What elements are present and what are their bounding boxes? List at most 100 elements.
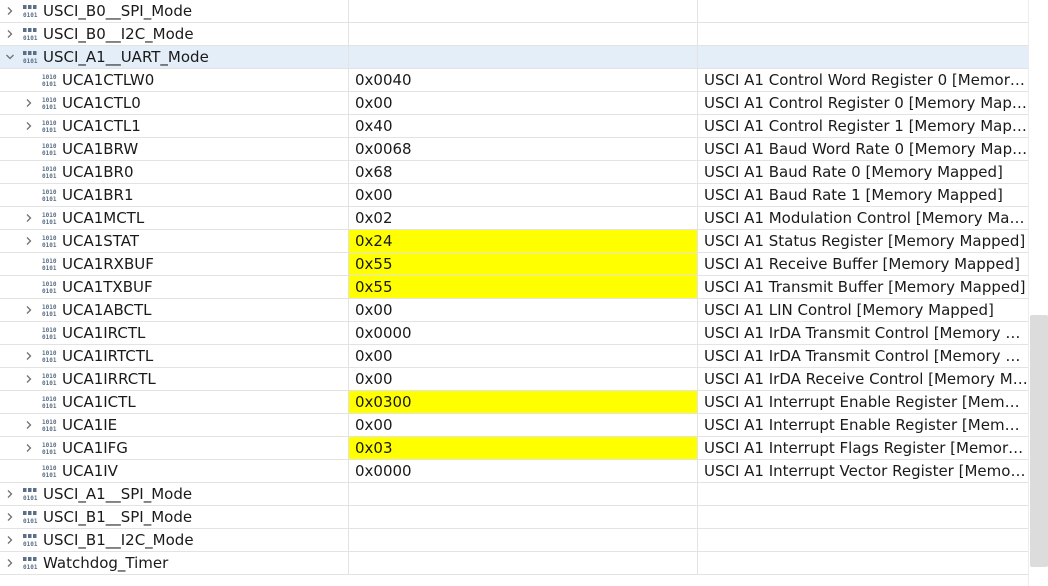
- chevron-right-icon[interactable]: [23, 437, 35, 459]
- chevron-right-icon[interactable]: [23, 115, 35, 137]
- value-cell[interactable]: 0x55: [348, 276, 697, 298]
- name-cell[interactable]: 1010 0101 UCA1TXBUF: [0, 276, 348, 298]
- tree-group-row[interactable]: 0101 USCI_B1__I2C_Mode: [0, 529, 1028, 552]
- value-cell[interactable]: [348, 46, 697, 68]
- tree-group-row[interactable]: 0101 Watchdog_Timer: [0, 552, 1028, 575]
- register-row[interactable]: 1010 0101 UCA1IV 0x0000 USCI A1 Interrupt Ve…: [0, 460, 1028, 483]
- register-row[interactable]: 1010 0101 UCA1CTL0 0x00 USCI A1 Control Regi…: [0, 92, 1028, 115]
- chevron-right-icon[interactable]: [4, 0, 16, 22]
- name-cell[interactable]: 0101 USCI_B0__I2C_Mode: [0, 23, 348, 45]
- register-row[interactable]: 1010 0101 UCA1BRW 0x0068 USCI A1 Baud Word R…: [0, 138, 1028, 161]
- name-cell[interactable]: 1010 0101 UCA1BR0: [0, 161, 348, 183]
- chevron-right-icon[interactable]: [23, 230, 35, 252]
- chevron-right-icon[interactable]: [23, 92, 35, 114]
- name-cell[interactable]: 1010 0101 UCA1ICTL: [0, 391, 348, 413]
- name-cell[interactable]: 1010 0101 UCA1IRCTL: [0, 322, 348, 344]
- value-cell[interactable]: 0x0000: [348, 322, 697, 344]
- register-row[interactable]: 1010 0101 UCA1IFG 0x03 USCI A1 Interrupt Fla…: [0, 437, 1028, 460]
- value-cell[interactable]: 0x00: [348, 368, 697, 390]
- tree-group-row[interactable]: 0101 USCI_A1__SPI_Mode: [0, 483, 1028, 506]
- name-cell[interactable]: 0101 USCI_B0__SPI_Mode: [0, 0, 348, 22]
- tree-group-row[interactable]: 0101 USCI_A1__UART_Mode: [0, 46, 1028, 69]
- value-cell[interactable]: 0x0040: [348, 69, 697, 91]
- name-cell[interactable]: 1010 0101 UCA1IFG: [0, 437, 348, 459]
- name-cell[interactable]: 0101 USCI_A1__UART_Mode: [0, 46, 348, 68]
- name-cell[interactable]: 1010 0101 UCA1IE: [0, 414, 348, 436]
- name-cell[interactable]: 1010 0101 UCA1MCTL: [0, 207, 348, 229]
- name-cell[interactable]: 1010 0101 UCA1RXBUF: [0, 253, 348, 275]
- value-cell[interactable]: 0x24: [348, 230, 697, 252]
- register-name: UCA1CTLW0: [62, 71, 155, 89]
- register-row[interactable]: 1010 0101 UCA1ABCTL 0x00 USCI A1 LIN Control…: [0, 299, 1028, 322]
- chevron-right-icon[interactable]: [4, 23, 16, 45]
- register-icon: 1010 0101: [41, 395, 57, 410]
- register-row[interactable]: 1010 0101 UCA1BR0 0x68 USCI A1 Baud Rate 0 […: [0, 161, 1028, 184]
- value-cell[interactable]: 0x00: [348, 299, 697, 321]
- svg-text:0101: 0101: [23, 12, 38, 19]
- name-cell[interactable]: 1010 0101 UCA1BRW: [0, 138, 348, 160]
- vertical-scrollbar[interactable]: [1028, 0, 1048, 586]
- value-cell[interactable]: 0x0300: [348, 391, 697, 413]
- name-cell[interactable]: 1010 0101 UCA1IV: [0, 460, 348, 482]
- name-cell[interactable]: 0101 USCI_A1__SPI_Mode: [0, 483, 348, 505]
- value-cell[interactable]: 0x00: [348, 414, 697, 436]
- value-cell[interactable]: 0x68: [348, 161, 697, 183]
- name-cell[interactable]: 1010 0101 UCA1BR1: [0, 184, 348, 206]
- register-row[interactable]: 1010 0101 UCA1IRRCTL 0x00 USCI A1 IrDA Recei…: [0, 368, 1028, 391]
- value-cell[interactable]: [348, 483, 697, 505]
- register-row[interactable]: 1010 0101 UCA1ICTL 0x0300 USCI A1 Interrupt …: [0, 391, 1028, 414]
- register-row[interactable]: 1010 0101 UCA1RXBUF 0x55 USCI A1 Receive Buf…: [0, 253, 1028, 276]
- name-cell[interactable]: 1010 0101 UCA1IRTCTL: [0, 345, 348, 367]
- name-cell[interactable]: 1010 0101 UCA1IRRCTL: [0, 368, 348, 390]
- tree-group-row[interactable]: 0101 USCI_B0__I2C_Mode: [0, 23, 1028, 46]
- tree-group-row[interactable]: 0101 USCI_B0__SPI_Mode: [0, 0, 1028, 23]
- register-name: UCA1ABCTL: [62, 301, 152, 319]
- register-row[interactable]: 1010 0101 UCA1IRCTL 0x0000 USCI A1 IrDA Tran…: [0, 322, 1028, 345]
- name-cell[interactable]: 1010 0101 UCA1CTLW0: [0, 69, 348, 91]
- value-cell[interactable]: 0x00: [348, 92, 697, 114]
- chevron-right-icon[interactable]: [4, 552, 16, 574]
- chevron-right-icon[interactable]: [4, 529, 16, 551]
- value-cell[interactable]: 0x02: [348, 207, 697, 229]
- value-cell[interactable]: [348, 529, 697, 551]
- register-row[interactable]: 1010 0101 UCA1IE 0x00 USCI A1 Interrupt Enab…: [0, 414, 1028, 437]
- chevron-right-icon[interactable]: [23, 299, 35, 321]
- register-name: UCA1IV: [62, 462, 118, 480]
- chevron-right-icon[interactable]: [4, 483, 16, 505]
- name-cell[interactable]: 0101 Watchdog_Timer: [0, 552, 348, 574]
- name-cell[interactable]: 1010 0101 UCA1ABCTL: [0, 299, 348, 321]
- value-cell[interactable]: [348, 0, 697, 22]
- value-cell[interactable]: 0x0068: [348, 138, 697, 160]
- chevron-right-icon[interactable]: [4, 506, 16, 528]
- register-row[interactable]: 1010 0101 UCA1MCTL 0x02 USCI A1 Modulation C…: [0, 207, 1028, 230]
- chevron-right-icon[interactable]: [23, 368, 35, 390]
- register-row[interactable]: 1010 0101 UCA1IRTCTL 0x00 USCI A1 IrDA Trans…: [0, 345, 1028, 368]
- value-cell[interactable]: 0x40: [348, 115, 697, 137]
- value-cell[interactable]: 0x00: [348, 345, 697, 367]
- chevron-right-icon[interactable]: [23, 414, 35, 436]
- value-cell[interactable]: 0x03: [348, 437, 697, 459]
- name-cell[interactable]: 1010 0101 UCA1STAT: [0, 230, 348, 252]
- chevron-right-icon[interactable]: [23, 345, 35, 367]
- value-cell[interactable]: 0x00: [348, 184, 697, 206]
- name-cell[interactable]: 1010 0101 UCA1CTL0: [0, 92, 348, 114]
- chevron-down-icon[interactable]: [4, 46, 16, 68]
- register-row[interactable]: 1010 0101 UCA1STAT 0x24 USCI A1 Status Regis…: [0, 230, 1028, 253]
- chevron-right-icon[interactable]: [23, 207, 35, 229]
- register-row[interactable]: 1010 0101 UCA1CTL1 0x40 USCI A1 Control Regi…: [0, 115, 1028, 138]
- register-row[interactable]: 1010 0101 UCA1CTLW0 0x0040 USCI A1 Control W…: [0, 69, 1028, 92]
- value-cell[interactable]: [348, 552, 697, 574]
- name-cell[interactable]: 0101 USCI_B1__SPI_Mode: [0, 506, 348, 528]
- register-row[interactable]: 1010 0101 UCA1BR1 0x00 USCI A1 Baud Rate 1 […: [0, 184, 1028, 207]
- tree-group-row[interactable]: 0101 USCI_B1__SPI_Mode: [0, 506, 1028, 529]
- svg-text:0101: 0101: [42, 334, 57, 341]
- value-cell[interactable]: [348, 506, 697, 528]
- value-cell[interactable]: 0x0000: [348, 460, 697, 482]
- register-row[interactable]: 1010 0101 UCA1TXBUF 0x55 USCI A1 Transmit Bu…: [0, 276, 1028, 299]
- svg-text:1010: 1010: [42, 304, 57, 311]
- value-cell[interactable]: [348, 23, 697, 45]
- name-cell[interactable]: 0101 USCI_B1__I2C_Mode: [0, 529, 348, 551]
- vertical-scrollbar-thumb[interactable]: [1030, 315, 1048, 567]
- name-cell[interactable]: 1010 0101 UCA1CTL1: [0, 115, 348, 137]
- value-cell[interactable]: 0x55: [348, 253, 697, 275]
